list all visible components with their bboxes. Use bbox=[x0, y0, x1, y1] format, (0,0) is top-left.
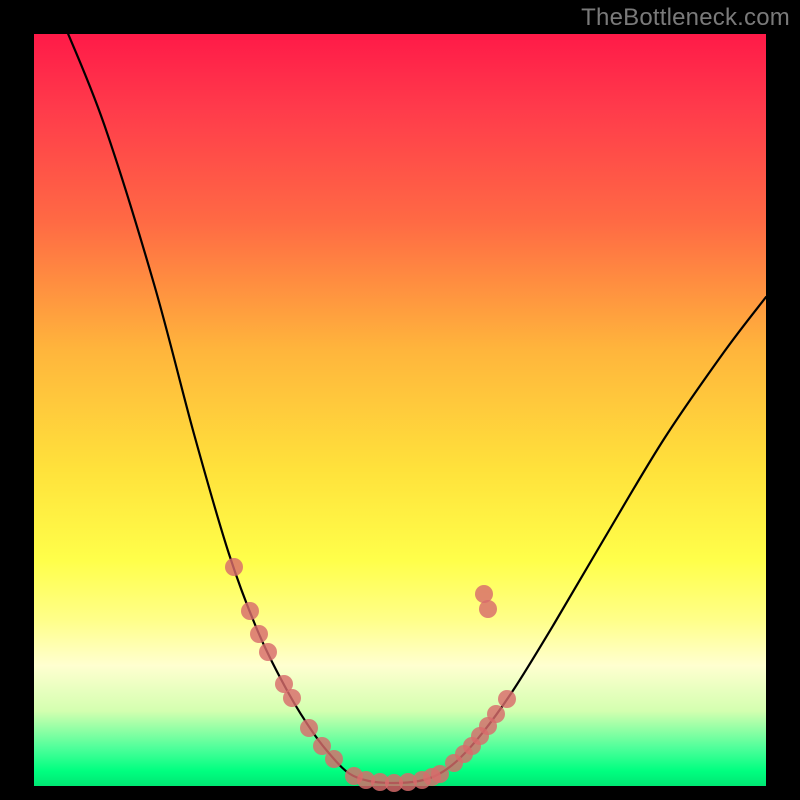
curve-svg bbox=[34, 34, 766, 786]
highlight-dot bbox=[300, 719, 318, 737]
highlight-dot bbox=[479, 600, 497, 618]
highlight-dot bbox=[283, 689, 301, 707]
highlight-dot bbox=[498, 690, 516, 708]
highlight-dot bbox=[325, 750, 343, 768]
highlight-dot bbox=[259, 643, 277, 661]
plot-area bbox=[34, 34, 766, 786]
highlight-dots bbox=[225, 558, 516, 792]
highlight-dot bbox=[225, 558, 243, 576]
bottleneck-curve bbox=[64, 24, 766, 783]
highlight-dot bbox=[241, 602, 259, 620]
highlight-dot bbox=[431, 765, 449, 783]
highlight-dot bbox=[250, 625, 268, 643]
watermark-text: TheBottleneck.com bbox=[581, 4, 790, 32]
chart-frame: TheBottleneck.com bbox=[0, 0, 800, 800]
highlight-dot bbox=[487, 705, 505, 723]
